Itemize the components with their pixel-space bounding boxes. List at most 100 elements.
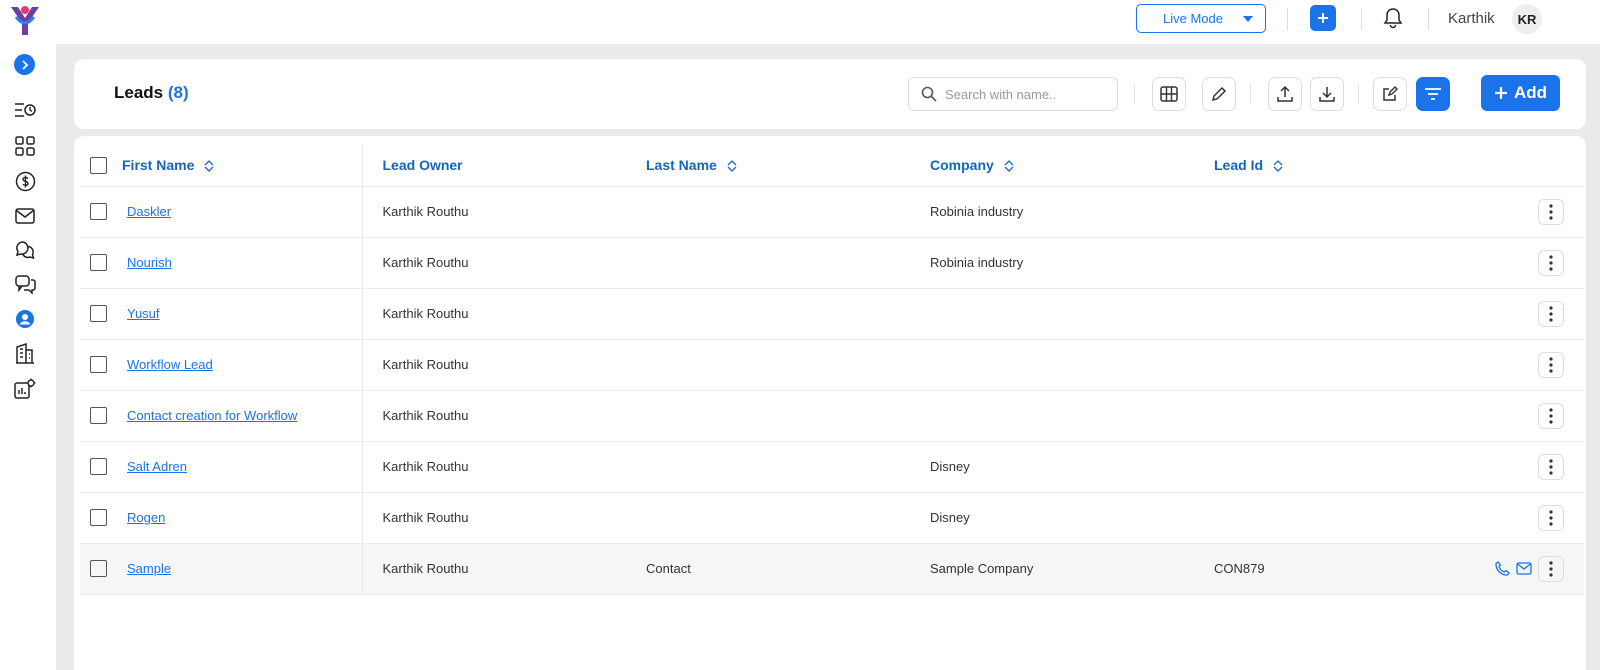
sort-icon[interactable]	[1004, 160, 1014, 172]
lead-name-link[interactable]: Sample	[122, 561, 171, 576]
row-actions-cell	[1474, 441, 1584, 493]
table-row: Sample Karthik Routhu Contact Sample Com…	[80, 543, 1584, 595]
user-circle-icon[interactable]	[13, 307, 37, 331]
lead-name-link[interactable]: Rogen	[122, 510, 165, 525]
last-name-cell	[646, 237, 930, 289]
table-row: Contact creation for Workflow Karthik Ro…	[80, 390, 1584, 442]
contact-icons	[1495, 561, 1532, 576]
bell-icon[interactable]	[1381, 5, 1405, 31]
row-menu-button[interactable]	[1538, 198, 1564, 225]
row-checkbox[interactable]	[90, 407, 107, 425]
download-button[interactable]	[1310, 77, 1344, 111]
row-checkbox[interactable]	[90, 203, 107, 221]
divider	[1361, 8, 1362, 30]
upload-button[interactable]	[1268, 77, 1302, 111]
table-row: Yusuf Karthik Routhu	[80, 288, 1584, 340]
row-actions-cell	[1474, 237, 1584, 289]
column-header-lead-owner[interactable]: Lead Owner	[362, 144, 646, 187]
company-cell: Robinia industry	[930, 186, 1214, 238]
row-checkbox[interactable]	[90, 305, 107, 323]
last-name-cell	[646, 492, 930, 544]
row-checkbox[interactable]	[90, 509, 107, 527]
search-input[interactable]: Search with name..	[908, 77, 1118, 111]
row-menu-button[interactable]	[1538, 555, 1564, 582]
row-actions	[1474, 249, 1584, 276]
quick-add-button[interactable]	[1310, 5, 1336, 31]
column-header-company[interactable]: Company	[930, 144, 1214, 187]
company-cell: Robinia industry	[930, 237, 1214, 289]
column-header-last-name[interactable]: Last Name	[646, 144, 930, 187]
row-actions-cell	[1474, 390, 1584, 442]
lead-name-link[interactable]: Workflow Lead	[122, 357, 213, 372]
edit-button[interactable]	[1202, 77, 1236, 111]
column-header-lead-id[interactable]: Lead Id	[1214, 144, 1474, 187]
lead-name-link[interactable]: Salt Adren	[122, 459, 187, 474]
sort-icon[interactable]	[727, 160, 737, 172]
divider	[1358, 84, 1359, 104]
page-title-text: Leads	[114, 83, 164, 102]
phone-icon[interactable]	[1495, 561, 1510, 576]
email-icon[interactable]	[1516, 562, 1532, 575]
dollar-icon[interactable]	[13, 169, 37, 193]
leads-table: First Name Lead Owner Last Name Company …	[80, 144, 1584, 595]
row-select-cell	[80, 186, 122, 238]
lead-name-link[interactable]: Contact creation for Workflow	[122, 408, 297, 423]
chat-bubbles-icon[interactable]	[13, 238, 37, 262]
row-menu-button[interactable]	[1538, 300, 1564, 327]
mode-select[interactable]: Live Mode	[1136, 4, 1266, 33]
pencil-icon	[1211, 86, 1227, 102]
mail-icon[interactable]	[13, 204, 37, 228]
plus-icon	[1494, 87, 1507, 99]
table-row: Nourish Karthik Routhu Robinia industry	[80, 237, 1584, 289]
app-logo[interactable]	[8, 3, 42, 37]
row-menu-button[interactable]	[1538, 351, 1564, 378]
kebab-menu-icon	[1549, 305, 1553, 322]
user-name[interactable]: Karthik	[1448, 10, 1495, 27]
lead-name-link[interactable]: Yusuf	[122, 306, 160, 321]
select-all-checkbox[interactable]	[90, 156, 107, 174]
row-menu-button[interactable]	[1538, 504, 1564, 531]
row-menu-button[interactable]	[1538, 402, 1564, 429]
kebab-menu-icon	[1549, 458, 1553, 475]
bulk-edit-button[interactable]	[1373, 77, 1407, 111]
lead-owner-cell: Karthik Routhu	[362, 441, 646, 493]
lead-id-cell	[1214, 288, 1474, 340]
expand-sidebar-button[interactable]	[14, 54, 35, 75]
first-name-cell: Rogen	[122, 492, 363, 544]
select-all-cell	[80, 144, 122, 187]
table-header-row: First Name Lead Owner Last Name Company …	[80, 144, 1584, 187]
column-header-first-name[interactable]: First Name	[122, 144, 363, 187]
company-cell: Sample Company	[930, 543, 1214, 595]
activity-icon[interactable]	[13, 98, 37, 122]
row-checkbox[interactable]	[90, 458, 107, 476]
download-icon	[1319, 87, 1335, 102]
sidebar	[0, 0, 49, 670]
row-checkbox[interactable]	[90, 560, 107, 578]
row-menu-button[interactable]	[1538, 453, 1564, 480]
lead-name-link[interactable]: Nourish	[122, 255, 172, 270]
lead-name-link[interactable]: Daskler	[122, 204, 171, 219]
messages-icon[interactable]	[13, 273, 37, 297]
filter-button[interactable]	[1416, 77, 1450, 111]
kebab-menu-icon	[1549, 254, 1553, 271]
first-name-cell: Contact creation for Workflow	[122, 390, 363, 442]
lead-owner-cell: Karthik Routhu	[362, 390, 646, 442]
row-select-cell	[80, 543, 122, 595]
add-button[interactable]: Add	[1481, 75, 1560, 111]
sort-icon[interactable]	[1273, 160, 1283, 172]
row-checkbox[interactable]	[90, 254, 107, 272]
columns-button[interactable]	[1152, 77, 1186, 111]
column-header-label: First Name	[122, 156, 195, 173]
company-cell: Disney	[930, 492, 1214, 544]
sort-icon[interactable]	[204, 160, 214, 172]
dashboard-icon[interactable]	[13, 134, 37, 158]
building-icon[interactable]	[13, 341, 37, 365]
avatar[interactable]: KR	[1512, 4, 1542, 34]
kebab-menu-icon	[1549, 407, 1553, 424]
row-menu-button[interactable]	[1538, 249, 1564, 276]
table-row: Daskler Karthik Routhu Robinia industry	[80, 186, 1584, 238]
row-checkbox[interactable]	[90, 356, 107, 374]
company-cell	[930, 390, 1214, 442]
row-select-cell	[80, 237, 122, 289]
report-settings-icon[interactable]	[13, 376, 37, 400]
